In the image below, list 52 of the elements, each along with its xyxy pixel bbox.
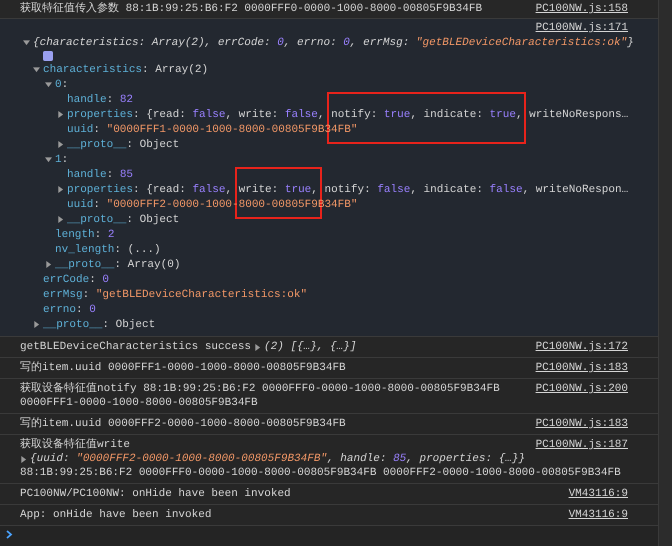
property-line: properties: {read: false, write: false, notify: true, indicate: true, writeNoRespons… [67,108,628,120]
log-message: getBLEDeviceCharacteristics success [20,340,252,354]
info-icon[interactable] [43,51,53,61]
log-message: 88:1B:99:25:B6:F2 0000FFF0-0000-1000-8000-00805F9B34FB 0000FFF2-0000-1000-8000-00805F9B34FB [20,466,621,480]
object-preview: {uuid: "0000FFF2-0000-1000-8000-00805F9B34FB", handle: 85, properties: {…}} [30,452,526,466]
log-message: 写的item.uuid 0000FFF1-0000-1000-8000-00805F9B34FB [20,361,346,375]
property-line: 0: [55,78,68,90]
property-line: handle: 82 [67,94,134,106]
property-line: __proto__: Array(0) [55,258,180,270]
source-link[interactable]: PC100NW.js:172 [536,340,628,354]
collapsed-caret-icon[interactable] [45,261,52,268]
log-message: App: onHide have been invoked [20,508,212,522]
source-link[interactable]: PC100NW.js:187 [536,438,628,452]
source-link[interactable]: VM43116:9 [568,508,628,522]
property-line: nv_length: (...) [55,244,161,256]
expanded-caret-icon[interactable] [45,156,52,163]
property-line: __proto__: Object [67,138,180,150]
source-link[interactable]: PC100NW.js:171 [536,21,628,35]
source-link[interactable]: VM43116:9 [568,487,628,501]
collapsed-caret-icon[interactable] [57,186,64,193]
collapsed-caret-icon[interactable] [57,141,64,148]
expanded-caret-icon[interactable] [33,66,40,73]
property-line: __proto__: Object [67,214,180,226]
property-line: characteristics: Array(2) [43,64,208,76]
property-line: handle: 85 [67,168,134,180]
property-line: errno: 0 [43,304,96,316]
source-link[interactable]: PC100NW.js:183 [536,417,628,431]
object-summary: {characteristics: Array(2), errCode: 0, errno: 0, errMsg: "getBLEDeviceCharacteristics:ok"} [33,36,634,50]
collapsed-caret-icon[interactable] [57,111,64,118]
collapsed-caret-icon[interactable] [254,344,262,350]
prompt-chevron-icon [6,530,13,539]
property-line: properties: {read: false, write: true, notify: false, indicate: false, writeNoRespon… [67,184,628,196]
object-preview: (2) [{…}, {…}] [264,340,356,354]
property-line: length: 2 [55,228,114,240]
property-line: 1: [55,154,68,166]
source-link[interactable]: PC100NW.js:158 [536,2,628,16]
property-line: __proto__: Object [43,318,156,330]
log-message: 写的item.uuid 0000FFF2-0000-1000-8000-00805F9B34FB [20,417,346,431]
log-message: 获取特征值传入参数 88:1B:99:25:B6:F2 0000FFF0-0000-1000-8000-00805F9B34FB [20,2,482,16]
source-link[interactable]: PC100NW.js:200 [536,382,628,396]
expanded-caret-icon[interactable] [23,39,30,46]
collapsed-caret-icon[interactable] [57,216,64,223]
collapsed-caret-icon[interactable] [20,456,27,462]
source-link[interactable]: PC100NW.js:183 [536,361,628,375]
expanded-caret-icon[interactable] [45,81,52,88]
log-message: PC100NW/PC100NW: onHide have been invoked [20,487,291,501]
property-line: errCode: 0 [43,274,110,286]
log-message: 获取设备特征值notify 88:1B:99:25:B6:F2 0000FFF0-0000-1000-8000-00805F9B34FB [20,382,500,396]
property-line: errMsg: "getBLEDeviceCharacteristics:ok" [43,288,308,300]
log-message: 获取设备特征值write [20,438,130,452]
collapsed-caret-icon[interactable] [33,321,40,328]
log-message: 0000FFF1-0000-1000-8000-00805F9B34FB [20,396,258,410]
